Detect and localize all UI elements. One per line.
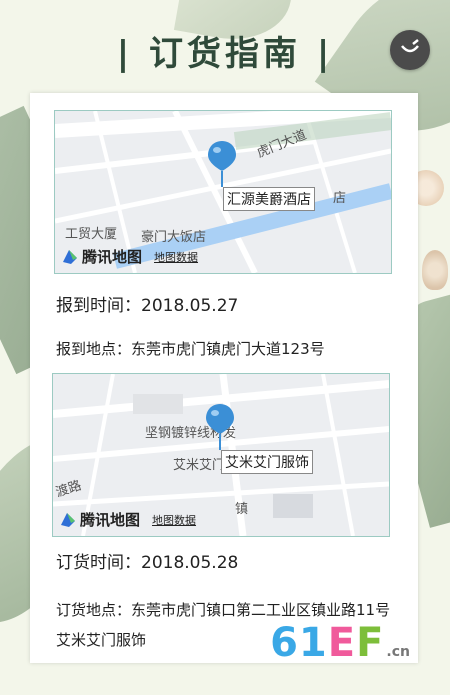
order-time: 订货时间：2018.05.28 [56,553,239,573]
watermark-text: 61EF [270,620,384,666]
location-pin-icon[interactable] [203,402,237,452]
watermark-suffix: .cn [386,644,410,660]
map-brand: 腾讯地图 地图数据 [59,509,196,530]
tencent-map-logo-icon [63,249,77,264]
checkin-address: 报到地点：东莞市虎门镇虎门大道123号 [56,340,325,358]
watermark-letter: E [327,620,357,666]
map-order-location[interactable]: 坚钢镀锌线材发 艾米艾门服饰 渡路 镇 艾米艾门服饰 腾讯地图 地图数据 [52,373,390,537]
guide-card: 虎门大道 工贸大厦 豪门大饭店 店 汇源美爵酒店 腾讯地图 地图数据 报到时间：… [30,93,418,663]
checkin-time: 报到时间：2018.05.27 [56,296,239,316]
map-brand-name: 腾讯地图 [80,511,141,529]
street-label: 镇 [235,502,249,517]
site-watermark-logo: 61EF .cn [270,620,410,666]
map-brand: 腾讯地图 地图数据 [61,246,198,267]
map-pin-label: 汇源美爵酒店 [223,187,315,211]
map-checkin-location[interactable]: 虎门大道 工贸大厦 豪门大饭店 店 汇源美爵酒店 腾讯地图 地图数据 [54,110,392,274]
map-brand-name: 腾讯地图 [82,248,143,266]
poi-label: 工贸大厦 [65,227,118,242]
watermark-letter: 1 [298,620,328,666]
music-toggle-button[interactable] [390,30,430,70]
music-note-icon [401,39,419,53]
poi-label: 店 [333,191,347,206]
location-pin-icon[interactable] [205,139,239,189]
poi-label: 豪门大饭店 [141,230,207,245]
page-title: | 订货指南 | [116,34,334,74]
map-data-link[interactable]: 地图数据 [152,512,196,528]
map-pin-label: 艾米艾门服饰 [221,450,313,474]
watermark-letter: 6 [270,620,299,666]
tencent-map-logo-icon [61,512,75,527]
map-data-link[interactable]: 地图数据 [154,249,198,265]
watermark-letter: F [356,620,385,666]
flower-decoration [422,250,448,290]
